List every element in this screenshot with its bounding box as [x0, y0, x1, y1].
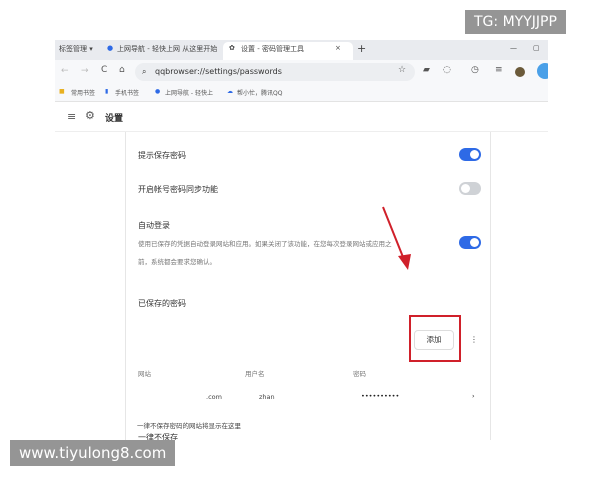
watermark-site: www.tiyulong8.com [10, 440, 176, 466]
red-arrow [382, 206, 411, 270]
browser-window: 标签管理 ▾ ● 上网导航 - 轻快上网 从这里开始 ✿ 设置 - 密码管理工具… [55, 40, 548, 440]
watermark-tg: TG: MYYJJPP [465, 10, 566, 34]
